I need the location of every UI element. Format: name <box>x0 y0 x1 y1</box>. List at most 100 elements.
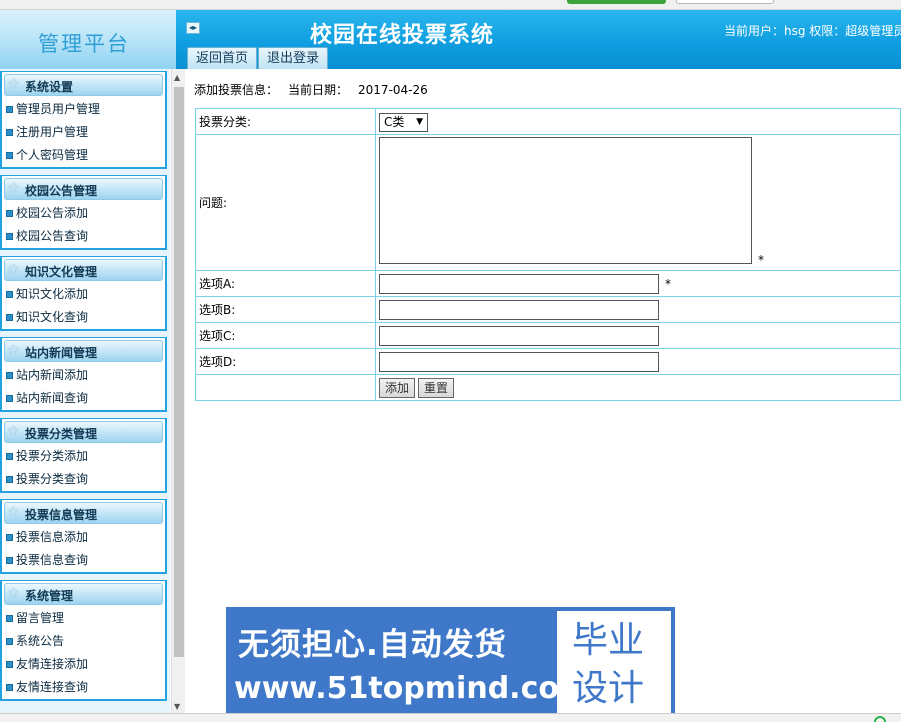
dropdown-arrow-icon: ▼ <box>416 117 423 127</box>
sidebar-item-notice-query[interactable]: 校园公告查询 <box>2 225 165 248</box>
menu-group-news: ✩ 站内新闻管理 站内新闻添加 站内新闻查询 <box>0 337 167 412</box>
browser-status-bar <box>0 713 901 722</box>
bullet-square-icon <box>6 684 13 691</box>
sidebar-item-news-add[interactable]: 站内新闻添加 <box>2 364 165 387</box>
menu-group-title: 站内新闻管理 <box>25 346 98 360</box>
sidebar-item-label: 管理员用户管理 <box>16 102 101 116</box>
menu-group-title: 投票信息管理 <box>25 508 98 522</box>
menu-group-header[interactable]: ✩ 投票分类管理 <box>4 421 163 443</box>
bullet-square-icon <box>6 210 13 217</box>
sidebar-item-admin-users[interactable]: 管理员用户管理 <box>2 98 165 121</box>
scroll-up-icon[interactable]: ▲ <box>174 73 180 82</box>
option-b-input[interactable] <box>379 299 659 320</box>
sidebar-item-registered-users[interactable]: 注册用户管理 <box>2 121 165 144</box>
sidebar-item-system-notice[interactable]: 系统公告 <box>2 630 165 653</box>
sidebar-item-knowledge-add[interactable]: 知识文化添加 <box>2 283 165 306</box>
scroll-down-icon[interactable]: ▼ <box>174 702 180 711</box>
menu-group-header[interactable]: ✩ 校园公告管理 <box>4 178 163 200</box>
sidebar-item-label: 校园公告添加 <box>16 206 89 220</box>
logo-panel: 管理平台 <box>0 10 176 69</box>
star-icon: ✩ <box>8 586 19 601</box>
collapse-toggle-icon[interactable]: ◂▸ <box>186 22 200 34</box>
menu-group-title: 投票分类管理 <box>25 427 98 441</box>
menu-group-header[interactable]: ✩ 知识文化管理 <box>4 259 163 281</box>
sidebar-item-vote-add[interactable]: 投票信息添加 <box>2 526 165 549</box>
sidebar-item-label: 留言管理 <box>16 611 65 625</box>
page-info-bar: 添加投票信息： 当前日期： 2017-04-26 <box>194 81 428 98</box>
sidebar-item-label: 友情连接查询 <box>16 680 89 694</box>
sidebar-item-label: 知识文化添加 <box>16 287 89 301</box>
category-select[interactable]: C类 ▼ <box>379 113 428 132</box>
required-mark: * <box>665 276 671 291</box>
form-row-option-d: 选项D: <box>195 348 901 375</box>
bullet-square-icon <box>6 152 13 159</box>
form-row-option-a: 选项A: * <box>195 270 901 297</box>
reset-button[interactable]: 重置 <box>418 377 455 398</box>
star-icon: ✩ <box>8 262 19 277</box>
sidebar-item-category-add[interactable]: 投票分类添加 <box>2 445 165 468</box>
scrollbar-thumb[interactable] <box>174 87 184 657</box>
sidebar-item-category-query[interactable]: 投票分类查询 <box>2 468 165 491</box>
menu-group-header[interactable]: ✩ 系统设置 <box>4 74 163 96</box>
form-row-category: 投票分类: C类 ▼ <box>195 108 901 135</box>
logout-button[interactable]: 退出登录 <box>258 47 329 69</box>
sidebar-scrollbar[interactable]: ▲ ▼ <box>171 69 185 713</box>
sidebar-item-label: 站内新闻查询 <box>16 391 89 405</box>
sidebar-menu: ✩ 系统设置 管理员用户管理 注册用户管理 个人密码管理 ✩ 校园公告管理 校园… <box>0 69 170 722</box>
option-c-input[interactable] <box>379 325 659 346</box>
menu-group-system-settings: ✩ 系统设置 管理员用户管理 注册用户管理 个人密码管理 <box>0 71 167 169</box>
sidebar-item-messages[interactable]: 留言管理 <box>2 607 165 630</box>
sidebar-item-link-query[interactable]: 友情连接查询 <box>2 676 165 699</box>
sidebar-item-notice-add[interactable]: 校园公告添加 <box>2 202 165 225</box>
app-header: 管理平台 ◂▸ 校园在线投票系统 当前用户：hsg 权限：超级管理员 返回首页 … <box>0 10 901 69</box>
sidebar-item-label: 投票分类查询 <box>16 472 89 486</box>
sidebar-item-password[interactable]: 个人密码管理 <box>2 144 165 167</box>
watermark-banner: 无须担心.自动发货 www.51topmind.com 毕业设计 <box>226 607 675 722</box>
sidebar-item-label: 个人密码管理 <box>16 148 89 162</box>
sidebar-item-vote-query[interactable]: 投票信息查询 <box>2 549 165 572</box>
browser-white-button[interactable] <box>676 0 774 4</box>
bullet-square-icon <box>6 476 13 483</box>
sidebar-item-label: 校园公告查询 <box>16 229 89 243</box>
menu-group-header[interactable]: ✩ 投票信息管理 <box>4 502 163 524</box>
menu-group-campus-notices: ✩ 校园公告管理 校园公告添加 校园公告查询 <box>0 175 167 250</box>
bullet-square-icon <box>6 453 13 460</box>
category-label: 投票分类: <box>195 108 376 135</box>
sidebar-item-label: 注册用户管理 <box>16 125 89 139</box>
menu-group-vote-info: ✩ 投票信息管理 投票信息添加 投票信息查询 <box>0 499 167 574</box>
return-home-button[interactable]: 返回首页 <box>187 47 258 69</box>
option-a-input[interactable] <box>379 273 659 294</box>
bullet-square-icon <box>6 106 13 113</box>
star-icon: ✩ <box>8 343 19 358</box>
menu-group-vote-category: ✩ 投票分类管理 投票分类添加 投票分类查询 <box>0 418 167 493</box>
bullet-square-icon <box>6 314 13 321</box>
required-mark: * <box>758 253 764 267</box>
submit-button[interactable]: 添加 <box>379 377 416 398</box>
question-label: 问题: <box>195 134 376 271</box>
menu-group-system-management: ✩ 系统管理 留言管理 系统公告 友情连接添加 友情连接查询 <box>0 580 167 701</box>
platform-title: 管理平台 <box>38 32 130 56</box>
sidebar-item-label: 投票信息添加 <box>16 530 89 544</box>
question-textarea[interactable] <box>379 137 752 264</box>
browser-green-button[interactable] <box>567 0 666 4</box>
bullet-square-icon <box>6 661 13 668</box>
bullet-square-icon <box>6 615 13 622</box>
sidebar-item-link-add[interactable]: 友情连接添加 <box>2 653 165 676</box>
menu-group-knowledge: ✩ 知识文化管理 知识文化添加 知识文化查询 <box>0 256 167 331</box>
option-d-input[interactable] <box>379 351 659 372</box>
bullet-square-icon <box>6 129 13 136</box>
form-row-option-c: 选项C: <box>195 322 901 349</box>
sidebar-item-label: 知识文化查询 <box>16 310 89 324</box>
menu-group-title: 知识文化管理 <box>25 265 98 279</box>
star-icon: ✩ <box>8 424 19 439</box>
bullet-square-icon <box>6 638 13 645</box>
menu-group-header[interactable]: ✩ 系统管理 <box>4 583 163 605</box>
bullet-square-icon <box>6 372 13 379</box>
menu-group-title: 系统设置 <box>25 80 74 94</box>
menu-group-header[interactable]: ✩ 站内新闻管理 <box>4 340 163 362</box>
star-icon: ✩ <box>8 77 19 92</box>
sidebar-item-knowledge-query[interactable]: 知识文化查询 <box>2 306 165 329</box>
option-b-label: 选项B: <box>195 296 376 323</box>
option-a-label: 选项A: <box>195 270 376 297</box>
sidebar-item-news-query[interactable]: 站内新闻查询 <box>2 387 165 410</box>
